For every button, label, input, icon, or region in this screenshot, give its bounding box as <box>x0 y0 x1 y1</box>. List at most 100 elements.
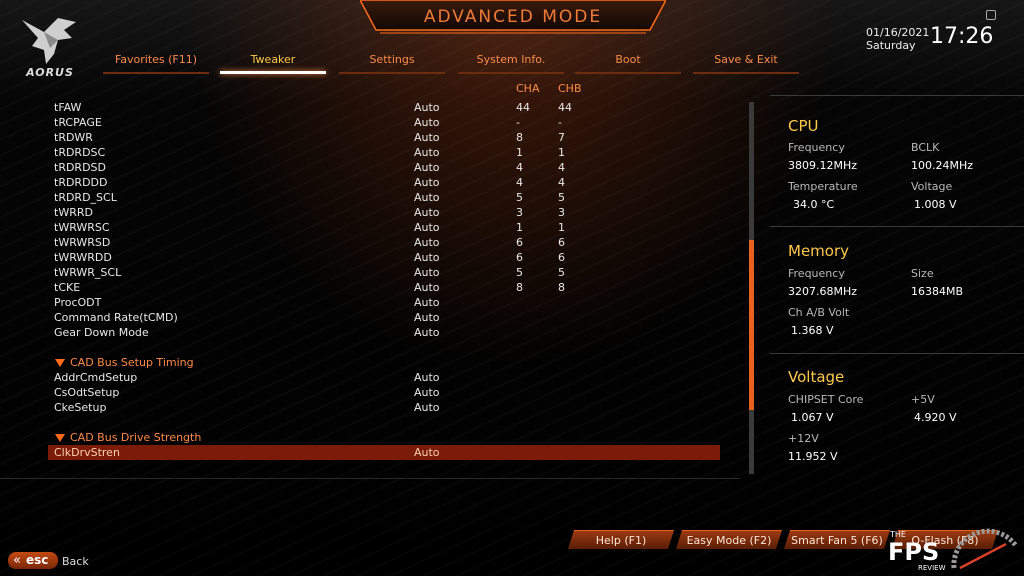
cha-value: 5 <box>516 191 523 204</box>
chb-value: 4 <box>558 161 565 174</box>
setting-row[interactable]: tWRWRSD Auto 6 6 <box>48 235 720 250</box>
setting-name: Command Rate(tCMD) <box>54 311 178 324</box>
setting-name: tRDRDDD <box>54 176 108 189</box>
section-title: CPU <box>788 117 819 135</box>
setting-row[interactable]: Command Rate(tCMD) Auto <box>48 310 720 325</box>
setting-value: Auto <box>414 176 440 189</box>
tab-favorites[interactable]: Favorites (F11) <box>103 52 209 74</box>
watermark-bottom-text: REVIEW <box>918 564 946 572</box>
memory-volt-value: 1.368 V <box>791 324 834 337</box>
smart-fan-button[interactable]: Smart Fan 5 (F6) <box>784 530 890 549</box>
setting-row[interactable]: tWRWRSC Auto 1 1 <box>48 220 720 235</box>
day-text: Saturday <box>866 39 916 52</box>
setting-name: CsOdtSetup <box>54 386 120 399</box>
setting-name: tWRWRSD <box>54 236 111 249</box>
page-title: ADVANCED MODE <box>423 7 603 27</box>
help-button[interactable]: Help (F1) <box>568 530 674 549</box>
setting-row[interactable]: tRCPAGE Auto - - <box>48 115 720 130</box>
cpu-frequency-label: Frequency <box>788 141 845 154</box>
memory-frequency-label: Frequency <box>788 267 845 280</box>
memory-size-label: Size <box>911 267 934 280</box>
tab-save-exit[interactable]: Save & Exit <box>693 52 799 74</box>
cpu-bclk-label: BCLK <box>911 141 940 154</box>
cha-value: 3 <box>516 206 523 219</box>
memory-frequency-value: 3207.68MHz <box>788 285 858 298</box>
setting-value: Auto <box>414 296 440 309</box>
cpu-temperature-label: Temperature <box>788 180 858 193</box>
esc-button[interactable]: « esc <box>8 552 58 569</box>
plus5v-value: 4.920 V <box>914 411 957 424</box>
cha-value: 4 <box>516 176 523 189</box>
setting-name: tWRWR_SCL <box>54 266 122 279</box>
setting-name: tFAW <box>54 101 82 114</box>
setting-name: ProcODT <box>54 296 102 309</box>
tab-system-info[interactable]: System Info. <box>458 52 564 74</box>
cha-value: 6 <box>516 236 523 249</box>
setting-value: Auto <box>414 401 440 414</box>
back-label: Back <box>62 555 89 568</box>
section-cad-bus-setup-timing[interactable]: CAD Bus Setup Timing <box>48 355 720 370</box>
expand-triangle-icon <box>55 359 65 367</box>
scrollbar-thumb[interactable] <box>749 240 754 410</box>
setting-value: Auto <box>414 371 440 384</box>
chb-value: 7 <box>558 131 565 144</box>
setting-value: Auto <box>414 221 440 234</box>
setting-row[interactable]: tFAW Auto 44 44 <box>48 100 720 115</box>
cha-value: 8 <box>516 131 523 144</box>
clock: 17:26 <box>930 24 994 49</box>
column-header-chb: CHB <box>558 82 582 95</box>
setting-value: Auto <box>414 191 440 204</box>
cpu-voltage-value: 1.008 V <box>914 198 957 211</box>
memory-volt-label: Ch A/B Volt <box>788 306 850 319</box>
tab-boot[interactable]: Boot <box>575 52 681 74</box>
chb-value: 6 <box>558 251 565 264</box>
setting-row-selected[interactable]: ClkDrvStren Auto <box>48 445 720 460</box>
setting-row[interactable]: AddrCmdSetup Auto <box>48 370 720 385</box>
setting-row[interactable]: tRDRD_SCL Auto 5 5 <box>48 190 720 205</box>
setting-name: tRDRDSC <box>54 146 106 159</box>
setting-row[interactable]: tWRRD Auto 3 3 <box>48 205 720 220</box>
fps-review-watermark-logo: THE FPS REVIEW <box>888 528 1018 572</box>
plus5v-label: +5V <box>911 393 935 406</box>
setting-row[interactable]: CsOdtSetup Auto <box>48 385 720 400</box>
setting-row[interactable]: tRDRDDD Auto 4 4 <box>48 175 720 190</box>
settings-icon[interactable] <box>986 10 996 20</box>
chb-value: 4 <box>558 176 565 189</box>
setting-name: AddrCmdSetup <box>54 371 138 384</box>
tab-tweaker[interactable]: Tweaker <box>220 52 326 74</box>
section-divider <box>770 95 1024 96</box>
setting-row[interactable]: CkeSetup Auto <box>48 400 720 415</box>
cha-value: 5 <box>516 266 523 279</box>
setting-row[interactable]: ProcODT Auto <box>48 295 720 310</box>
setting-row[interactable]: tWRWRDD Auto 6 6 <box>48 250 720 265</box>
cpu-temperature-value: 34.0 °C <box>793 198 835 211</box>
easy-mode-button[interactable]: Easy Mode (F2) <box>676 530 782 549</box>
setting-name: tRDRDSD <box>54 161 106 174</box>
setting-name: tWRRD <box>54 206 93 219</box>
cha-value: 4 <box>516 161 523 174</box>
cha-value: 1 <box>516 221 523 234</box>
setting-row[interactable]: tCKE Auto 8 8 <box>48 280 720 295</box>
cha-value: 6 <box>516 251 523 264</box>
section-cad-bus-drive-strength[interactable]: CAD Bus Drive Strength <box>48 430 720 445</box>
setting-row[interactable]: Gear Down Mode Auto <box>48 325 720 340</box>
chb-value: - <box>558 116 562 129</box>
setting-row[interactable]: tWRWR_SCL Auto 5 5 <box>48 265 720 280</box>
setting-value: Auto <box>414 206 440 219</box>
setting-row[interactable]: tRDRDSD Auto 4 4 <box>48 160 720 175</box>
chb-value: 8 <box>558 281 565 294</box>
setting-value: Auto <box>414 311 440 324</box>
cpu-voltage-label: Voltage <box>911 180 953 193</box>
section-title: Memory <box>788 242 850 260</box>
date-display: 01/16/2021 Saturday <box>866 26 929 52</box>
setting-row[interactable]: tRDRDSC Auto 1 1 <box>48 145 720 160</box>
setting-value: Auto <box>414 161 440 174</box>
chipset-core-value: 1.067 V <box>791 411 834 424</box>
cha-value: 8 <box>516 281 523 294</box>
chb-value: 44 <box>558 101 572 114</box>
setting-name: CkeSetup <box>54 401 107 414</box>
setting-name: tWRWRSC <box>54 221 110 234</box>
tab-settings[interactable]: Settings <box>339 52 445 74</box>
setting-row[interactable]: tRDWR Auto 8 7 <box>48 130 720 145</box>
chb-value: 6 <box>558 236 565 249</box>
